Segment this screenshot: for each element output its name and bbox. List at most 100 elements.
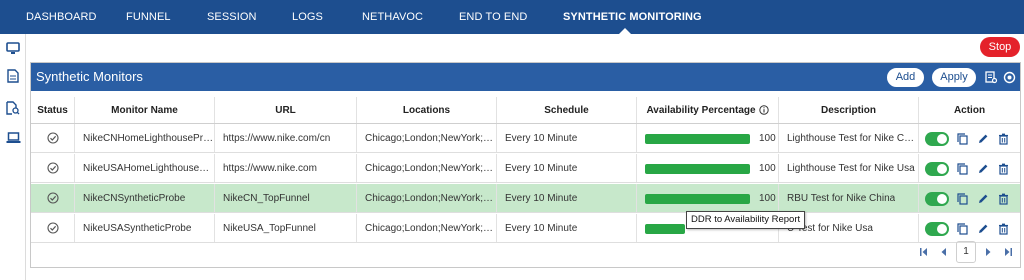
monitor-icon[interactable] (5, 40, 21, 56)
monitor-description: Lighthouse Test for Nike Usa (787, 162, 915, 174)
table-row[interactable]: NikeCNSyntheticProbe NikeCN_TopFunnel Chic… (31, 184, 1020, 213)
copy-icon[interactable] (956, 162, 969, 175)
monitor-url: NikeCN_TopFunnel (223, 192, 310, 204)
tab-end-to-end[interactable]: END TO END (459, 0, 527, 34)
copy-icon[interactable] (956, 192, 969, 205)
edit-icon[interactable] (976, 192, 989, 205)
availability-cell: 100 (637, 154, 779, 182)
monitor-locations: Chicago;London;NewYork;T... (365, 162, 496, 174)
availability-bar[interactable] (645, 224, 685, 234)
monitor-name-cell: NikeCNHomeLighthousePro... (75, 124, 215, 152)
monitor-schedule: Every 10 Minute (505, 222, 578, 234)
tab-nethavoc[interactable]: NETHAVOC (362, 0, 423, 34)
header-action: Action (953, 104, 986, 116)
description-cell: RBU Test for Nike China (779, 184, 919, 212)
tab-synthetic-monitoring[interactable]: SYNTHETIC MONITORING (563, 0, 702, 34)
delete-icon[interactable] (997, 222, 1010, 235)
status-cell (31, 214, 75, 242)
monitor-locations: Chicago;London;NewYork;T... (365, 192, 496, 204)
header-description: Description (779, 97, 919, 123)
url-cell: https://www.nike.com (215, 154, 357, 182)
delete-icon[interactable] (997, 192, 1010, 205)
locations-cell: Chicago;London;NewYork;T... (357, 124, 497, 152)
apply-button[interactable]: Apply (932, 68, 976, 87)
availability-bar[interactable] (645, 134, 750, 144)
pagination: 1 (918, 241, 1018, 263)
enable-toggle[interactable] (925, 162, 949, 176)
refresh-settings-icon[interactable] (1002, 70, 1016, 84)
availability-report-tooltip: DDR to Availability Report (686, 211, 806, 229)
document-search-icon[interactable] (5, 100, 21, 116)
enable-toggle[interactable] (925, 132, 949, 146)
locations-cell: Chicago;London;NewYork;T... (357, 154, 497, 182)
table-row[interactable]: NikeUSASyntheticProbe NikeUSA_TopFunnel Ch… (31, 214, 1020, 243)
current-page[interactable]: 1 (956, 241, 976, 263)
prev-page-icon[interactable] (938, 245, 950, 259)
tab-funnel[interactable]: FUNNEL (126, 0, 171, 34)
delete-icon[interactable] (997, 132, 1010, 145)
delete-icon[interactable] (997, 162, 1010, 175)
availability-bar[interactable] (645, 164, 750, 174)
header-monitor-name: Monitor Name (75, 97, 215, 123)
first-page-icon[interactable] (918, 245, 930, 259)
stop-button[interactable]: Stop (980, 37, 1020, 57)
report-icon[interactable] (984, 70, 998, 84)
last-page-icon[interactable] (1002, 245, 1014, 259)
edit-icon[interactable] (976, 222, 989, 235)
availability-value: 100 (759, 193, 776, 204)
table-row[interactable]: NikeCNHomeLighthousePro... https://www.ni… (31, 124, 1020, 153)
availability-value: 100 (759, 133, 776, 144)
table-row[interactable]: NikeUSAHomeLighthousePr... https://www.ni… (31, 154, 1020, 183)
url-cell: NikeCN_TopFunnel (215, 184, 357, 212)
document-icon[interactable] (5, 68, 21, 84)
enable-toggle[interactable] (925, 192, 949, 206)
availability-cell: 100 (637, 124, 779, 152)
active-tab-caret (619, 28, 631, 34)
monitor-description: Lighthouse Test for Nike Chi... (787, 132, 918, 144)
monitor-locations: Chicago;London;NewYork;T... (365, 222, 496, 234)
next-page-icon[interactable] (982, 245, 994, 259)
edit-icon[interactable] (976, 162, 989, 175)
header-schedule: Schedule (497, 97, 637, 123)
panel-header: Synthetic Monitors Add Apply (31, 63, 1020, 91)
monitor-description: RBU Test for Nike China (787, 192, 896, 204)
edit-icon[interactable] (976, 132, 989, 145)
availability-bar[interactable] (645, 194, 750, 204)
monitor-name[interactable]: NikeCNHomeLighthousePro... (75, 133, 214, 144)
panel-title: Synthetic Monitors (36, 69, 143, 84)
availability-cell: 100 (637, 184, 779, 212)
header-locations: Locations (357, 97, 497, 123)
copy-icon[interactable] (956, 132, 969, 145)
schedule-cell: Every 10 Minute (497, 214, 637, 242)
monitor-locations: Chicago;London;NewYork;T... (365, 132, 496, 144)
monitor-schedule: Every 10 Minute (505, 132, 578, 144)
copy-icon[interactable] (956, 222, 969, 235)
locations-cell: Chicago;London;NewYork;T... (357, 184, 497, 212)
status-check-icon (46, 192, 59, 204)
tab-session[interactable]: SESSION (207, 0, 257, 34)
monitor-name-cell: NikeUSAHomeLighthousePr... (75, 154, 215, 182)
add-button[interactable]: Add (887, 68, 924, 87)
laptop-icon[interactable] (5, 130, 21, 146)
monitor-name[interactable]: NikeUSAHomeLighthousePr... (75, 163, 214, 174)
description-cell: Lighthouse Test for Nike Usa (779, 154, 919, 182)
monitor-schedule: Every 10 Minute (505, 192, 578, 204)
monitor-name[interactable]: NikeUSASyntheticProbe (75, 223, 191, 234)
tab-logs[interactable]: LOGS (292, 0, 323, 34)
info-icon[interactable] (758, 105, 769, 115)
schedule-cell: Every 10 Minute (497, 124, 637, 152)
top-nav: DASHBOARD FUNNEL SESSION LOGS NETHAVOC E… (0, 0, 1024, 34)
action-cell (919, 154, 1020, 182)
monitor-name-cell: NikeUSASyntheticProbe (75, 214, 215, 242)
monitor-name[interactable]: NikeCNSyntheticProbe (75, 193, 185, 204)
tab-dashboard[interactable]: DASHBOARD (26, 0, 97, 34)
header-availability-label: Availability Percentage (646, 104, 756, 116)
monitor-url: https://www.nike.com/cn (223, 132, 331, 144)
status-cell (31, 154, 75, 182)
url-cell: NikeUSA_TopFunnel (215, 214, 357, 242)
enable-toggle[interactable] (925, 222, 949, 236)
status-check-icon (46, 132, 59, 144)
header-url: URL (215, 97, 357, 123)
action-cell (919, 124, 1020, 152)
locations-cell: Chicago;London;NewYork;T... (357, 214, 497, 242)
